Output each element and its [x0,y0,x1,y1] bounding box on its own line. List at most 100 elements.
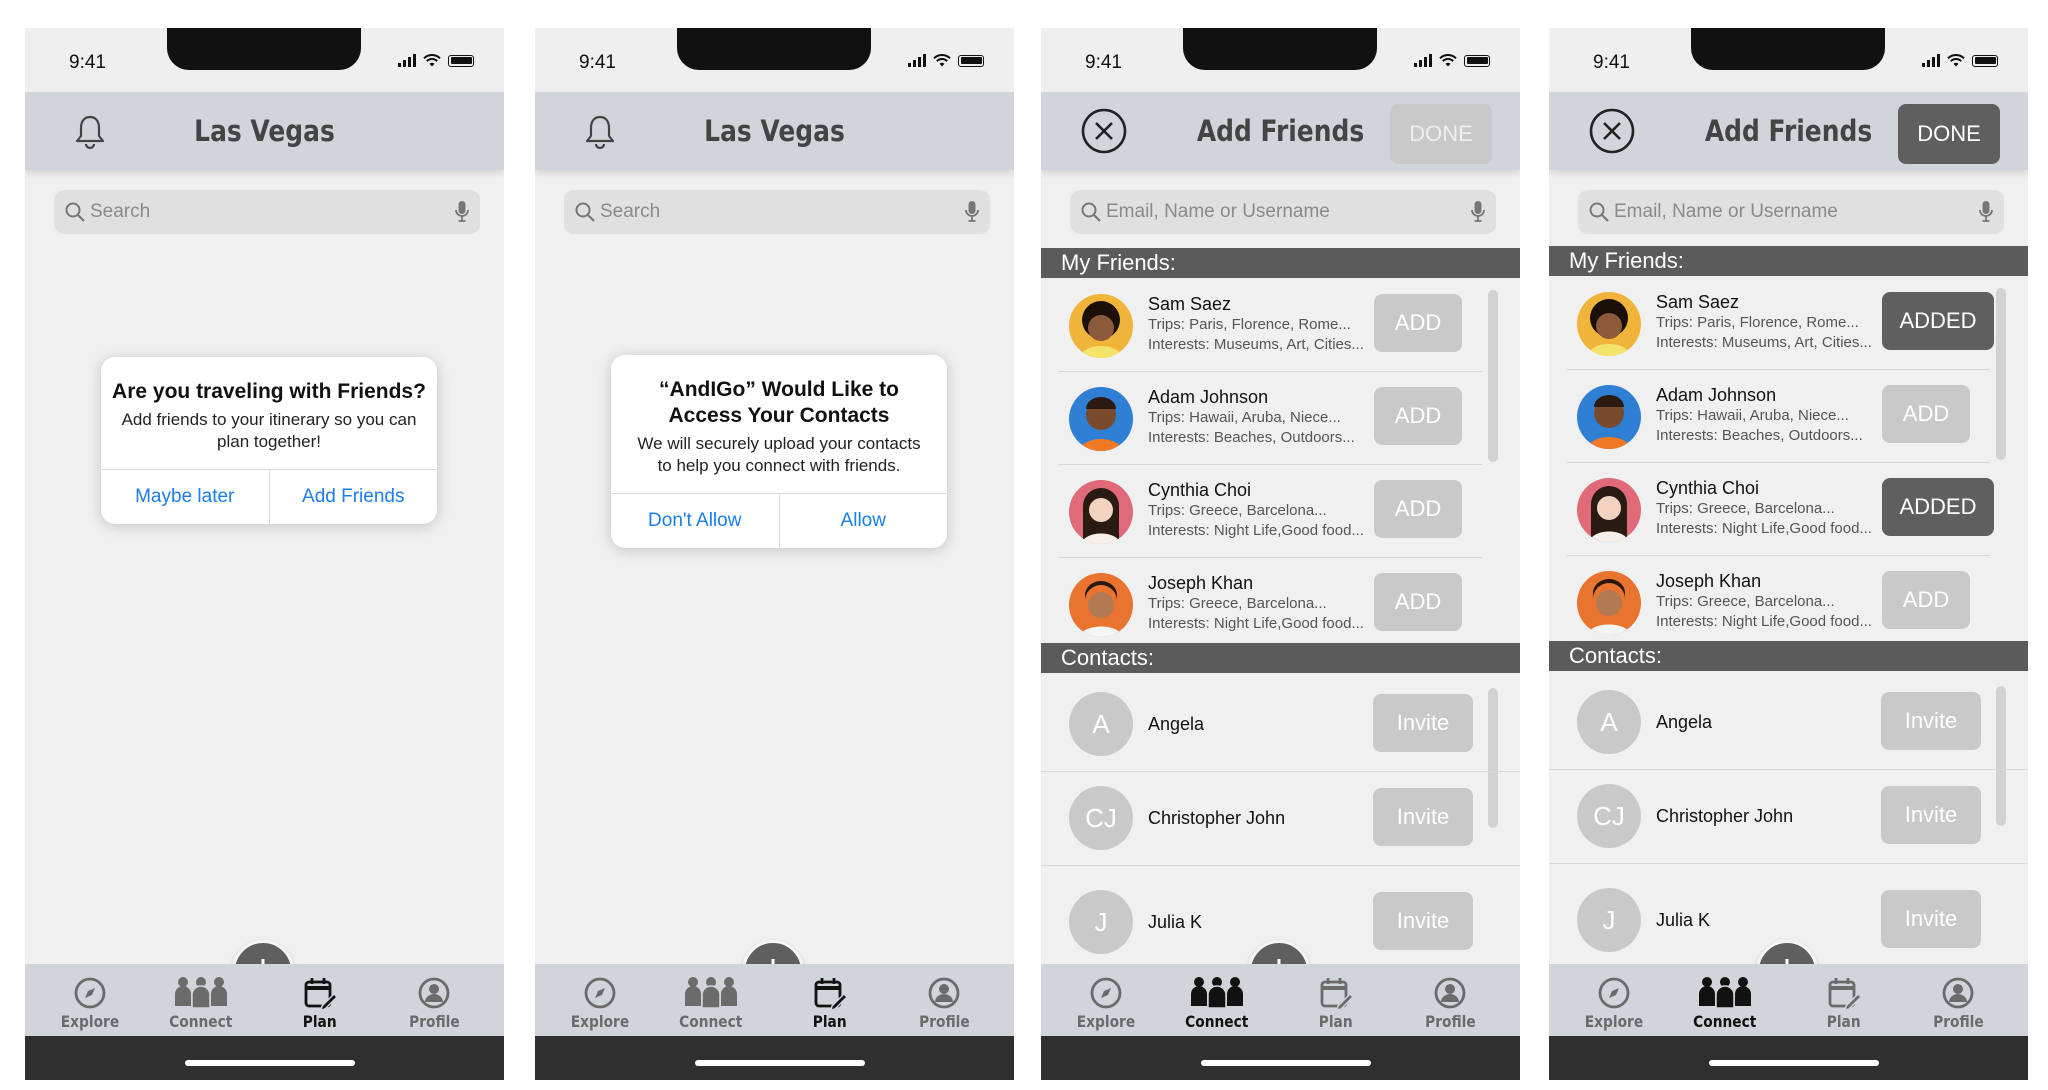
signal-icon [908,54,926,67]
home-indicator[interactable] [695,1060,865,1066]
tab-connect[interactable]: Connect [1172,976,1262,1031]
home-indicator[interactable] [1709,1060,1879,1066]
status-bar: 9:41 [25,28,504,92]
contacts-header: Contacts: [1041,643,1520,673]
add-friend-button[interactable]: ADD [1882,571,1970,629]
signal-icon [1414,54,1432,67]
search-icon [65,202,85,222]
notch [167,28,361,70]
divider [1549,863,2028,864]
tab-profile[interactable]: Profile [899,976,989,1031]
home-indicator[interactable] [185,1060,355,1066]
search-input[interactable] [1614,190,1934,234]
my-friends-header: My Friends: [1549,246,2028,276]
phone-screen-3: 9:41 Add Friends DONE My Friends: Sam Sa… [1041,28,1520,1080]
status-time: 9:41 [1085,52,1122,73]
search-input[interactable] [600,190,920,234]
friend-interests: Interests: Night Life,Good food... [1148,522,1364,539]
search-input[interactable] [90,190,410,234]
add-friend-button[interactable]: ADD [1374,294,1462,352]
friend-interests: Interests: Beaches, Outdoors... [1148,429,1355,446]
tab-explore-label: Explore [60,1012,120,1031]
home-bar-area [1041,1036,1520,1080]
tab-bar: Explore Connect Plan Profile [1549,964,2028,1036]
friend-trips: Trips: Paris, Florence, Rome... [1656,314,1859,331]
added-friend-button[interactable]: ADDED [1882,478,1994,536]
compass-icon [584,977,616,1009]
search-icon [1081,202,1101,222]
wifi-icon [1439,54,1457,67]
tab-plan[interactable]: Plan [1291,976,1381,1031]
friend-name: Joseph Khan [1656,571,1762,591]
add-friends-button[interactable]: Add Friends [268,470,438,524]
search-bar[interactable] [564,190,990,234]
friend-trips: Trips: Greece, Barcelona... [1148,595,1327,612]
friend-trips: Trips: Greece, Barcelona... [1656,593,1835,610]
tab-plan[interactable]: Plan [275,976,365,1031]
search-bar[interactable] [1578,190,2004,234]
friend-interests: Interests: Night Life,Good food... [1656,613,1872,630]
dont-allow-button[interactable]: Don't Allow [611,494,779,548]
allow-button[interactable]: Allow [778,494,948,548]
search-bar[interactable] [1070,190,1496,234]
add-friend-button[interactable]: ADD [1882,385,1970,443]
friend-name: Joseph Khan [1148,573,1254,593]
wifi-icon [1947,54,1965,67]
tab-connect[interactable]: Connect [156,976,246,1031]
mic-icon[interactable] [454,200,470,224]
add-friend-button[interactable]: ADD [1374,387,1462,445]
divider [1059,557,1482,558]
tab-plan[interactable]: Plan [1799,976,1889,1031]
people-icon [1191,977,1243,1009]
invite-button[interactable]: Invite [1373,788,1473,846]
tab-profile[interactable]: Profile [389,976,479,1031]
invite-button[interactable]: Invite [1373,694,1473,752]
search-bar[interactable] [54,190,480,234]
search-input[interactable] [1106,190,1426,234]
tab-explore[interactable]: Explore [555,976,645,1031]
tab-explore[interactable]: Explore [45,976,135,1031]
my-friends-header: My Friends: [1041,248,1520,278]
maybe-later-button[interactable]: Maybe later [101,470,269,524]
add-friend-button[interactable]: ADD [1374,480,1462,538]
contact-row: A Angela Invite [1041,678,1520,772]
tab-plan-label: Plan [1827,1012,1861,1031]
tab-profile[interactable]: Profile [1405,976,1495,1031]
tab-explore[interactable]: Explore [1569,976,1659,1031]
tab-connect[interactable]: Connect [666,976,756,1031]
add-friend-button[interactable]: ADD [1374,573,1462,631]
status-icons [1922,54,1998,67]
tab-plan[interactable]: Plan [785,976,875,1031]
invite-button[interactable]: Invite [1881,786,1981,844]
header: Add Friends DONE [1041,92,1520,170]
friend-trips: Trips: Hawaii, Aruba, Niece... [1148,409,1341,426]
tab-profile[interactable]: Profile [1913,976,2003,1031]
tab-explore[interactable]: Explore [1061,976,1151,1031]
mic-icon[interactable] [964,200,980,224]
compass-icon [1598,977,1630,1009]
status-bar: 9:41 [535,28,1014,92]
invite-button[interactable]: Invite [1881,890,1981,948]
wifi-icon [933,54,951,67]
invite-button[interactable]: Invite [1881,692,1981,750]
divider [1567,369,1990,370]
person-icon [1942,977,1974,1009]
friend-name: Adam Johnson [1148,387,1269,407]
done-button[interactable]: DONE [1390,104,1492,164]
tab-profile-label: Profile [918,1012,970,1031]
invite-button[interactable]: Invite [1373,892,1473,950]
tab-connect[interactable]: Connect [1680,976,1770,1031]
home-indicator[interactable] [1201,1060,1371,1066]
mic-icon[interactable] [1978,200,1994,224]
divider [1059,371,1482,372]
phone-screen-1: 9:41 Las Vegas Are you traveling with Fr… [25,28,504,1080]
status-time: 9:41 [1593,52,1630,73]
avatar [1069,294,1133,358]
added-friend-button[interactable]: ADDED [1882,292,1994,350]
done-button[interactable]: DONE [1898,104,2000,164]
friend-name: Cynthia Choi [1148,480,1252,500]
mic-icon[interactable] [1470,200,1486,224]
person-icon [1434,977,1466,1009]
friends-dialog: Are you traveling with Friends? Add frie… [101,357,437,524]
notch [1183,28,1377,70]
